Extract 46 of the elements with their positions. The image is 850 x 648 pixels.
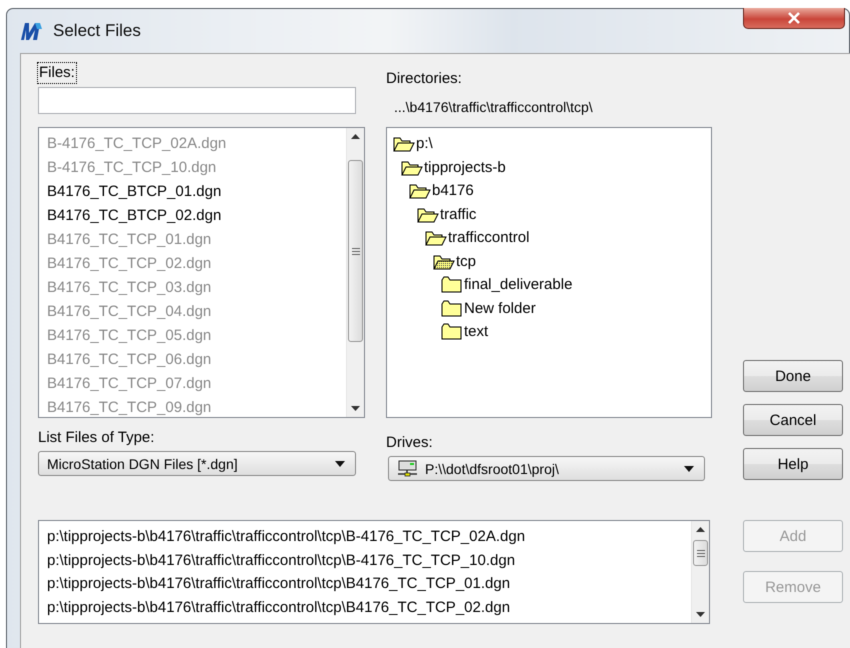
folder-item[interactable]: final_deliverable	[441, 276, 572, 294]
dialog-button[interactable]: Cancel	[743, 404, 843, 436]
selected-file-item[interactable]: p:\tipprojects-b\b4176\traffic\trafficcontrol\tcp\B4176_TC_TCP_01.dgn	[47, 572, 691, 596]
dropdown-arrow-icon	[684, 466, 694, 472]
current-path: ...\b4176\traffic\trafficcontrol\tcp\	[394, 99, 594, 115]
folder-icon	[441, 276, 463, 294]
directories-label: Directories:	[386, 69, 463, 89]
file-type-label: List Files of Type:	[38, 428, 156, 448]
scrollbar[interactable]	[691, 521, 709, 623]
file-type-dropdown[interactable]: MicroStation DGN Files [*.dgn]	[38, 451, 356, 476]
folder-item[interactable]: text	[441, 323, 488, 340]
selected-file-item[interactable]: p:\tipprojects-b\b4176\traffic\trafficcontrol\tcp\B-4176_TC_TCP_02A.dgn	[47, 525, 691, 548]
files-label: Files:	[38, 63, 76, 83]
network-drive-icon	[397, 460, 419, 478]
folder-item[interactable]: p:\	[393, 135, 433, 152]
file-item[interactable]: B4176_TC_BTCP_02.dgn	[47, 204, 346, 228]
window-title: Select Files	[53, 21, 141, 41]
open-folder-icon	[401, 158, 423, 176]
drives-label: Drives:	[386, 433, 434, 453]
files-input[interactable]	[38, 87, 356, 114]
folder-item[interactable]: traffic	[417, 206, 476, 223]
open-folder-icon	[433, 252, 455, 270]
scroll-thumb[interactable]	[693, 540, 708, 566]
folder-icon	[441, 323, 463, 340]
selected-file-item[interactable]: p:\tipprojects-b\b4176\traffic\trafficcontrol\tcp\B-4176_TC_TCP_10.dgn	[47, 548, 691, 572]
open-folder-icon	[417, 206, 439, 223]
open-folder-icon	[425, 229, 447, 246]
dialog-button[interactable]: Help	[743, 448, 843, 480]
dropdown-arrow-icon	[335, 460, 345, 466]
logo-icon	[19, 21, 43, 41]
drives-dropdown[interactable]: P:\\dot\dfsroot01\proj\	[388, 456, 705, 481]
open-folder-icon	[409, 182, 431, 200]
folder-icon	[441, 300, 463, 317]
folder-item[interactable]: tcp	[433, 252, 476, 270]
folder-item[interactable]: New folder	[441, 300, 536, 317]
scrollbar[interactable]	[346, 128, 364, 417]
folder-item[interactable]: trafficcontrol	[425, 229, 530, 246]
scroll-thumb[interactable]	[348, 160, 363, 342]
open-folder-icon	[393, 135, 415, 152]
file-item[interactable]: B4176_TC_BTCP_01.dgn	[47, 180, 346, 204]
close-icon	[787, 12, 801, 24]
folder-item[interactable]: b4176	[409, 182, 474, 200]
selected-file-item[interactable]: p:\tipprojects-b\b4176\traffic\trafficcontrol\tcp\B4176_TC_TCP_02.dgn	[47, 596, 691, 619]
dialog-button[interactable]: Done	[743, 360, 843, 392]
close-button[interactable]	[743, 8, 845, 29]
folder-item[interactable]: tipprojects-b	[401, 158, 506, 176]
